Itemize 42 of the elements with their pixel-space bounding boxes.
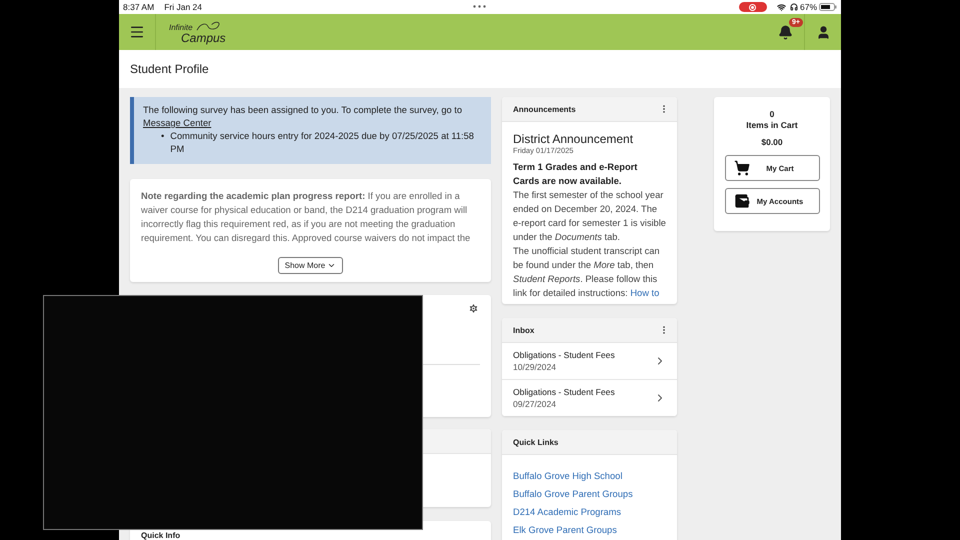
- bullet-marker: •: [161, 130, 164, 143]
- show-more-button[interactable]: Show More: [278, 257, 344, 274]
- status-date: Fri Jan 24: [164, 2, 202, 12]
- chevron-down-icon: [327, 261, 336, 270]
- card-title: Inbox: [513, 326, 534, 334]
- multitasking-icon[interactable]: [473, 5, 486, 8]
- survey-item: Community service hours entry for 2024-2025 due by 07/25/2025 at 11:58 PM: [170, 130, 475, 156]
- settings-icon[interactable]: [468, 303, 479, 314]
- card-title: Quick Links: [513, 438, 558, 446]
- cart-label: Items in Cart: [746, 120, 798, 131]
- cart-count: 0: [770, 109, 774, 120]
- menu-icon: [129, 24, 145, 40]
- headphones-icon: [790, 3, 798, 11]
- announcement-heading: District Announcement: [513, 132, 634, 146]
- inbox-item[interactable]: Obligations - Student Fees 10/29/2024: [502, 343, 677, 379]
- card-title: Announcements: [513, 104, 576, 114]
- survey-text: The following survey has been assigned to you. To complete the survey, go to: [143, 104, 464, 117]
- quick-link[interactable]: D214 Academic Programs: [513, 505, 666, 519]
- logo-text: Campus: [181, 32, 226, 44]
- quick-link[interactable]: Elk Grove Parent Groups: [513, 523, 666, 537]
- message-center-link[interactable]: Message Center: [143, 118, 212, 128]
- cart-icon: [734, 160, 750, 176]
- quick-link[interactable]: Buffalo Grove High School: [513, 469, 666, 483]
- wallet-icon: [734, 193, 750, 209]
- status-time: 8:37 AM: [123, 2, 154, 12]
- logo-swirl-icon: [194, 20, 221, 32]
- bell-icon: [778, 24, 793, 40]
- battery-percent: 67%: [800, 2, 817, 12]
- announcement-text: The first semester of the school year ended on December 20, 2024. The e-report card for semester 1 is visible under the Documents tab.: [513, 189, 666, 244]
- note-text: Note regarding the academic plan progress report: If you are enrolled in a waiver course for physical education or band, the D214 graduation program will incorrectly flag this requirement red, as if you are not meeting the graduation requirement. You can disregard this. Approved course waivers do not impact the: [140, 190, 472, 245]
- wifi-icon: [776, 2, 786, 12]
- card-title: Quick Info: [141, 531, 180, 540]
- user-icon: [816, 24, 830, 40]
- announcement-lead: Term 1 Grades and e-Report Cards are now available.: [513, 161, 638, 188]
- announcement-text: The unofficial student transcript can be found under the More tab, then Student Reports. Please follow this link for detailed instructions: How to: [513, 245, 661, 300]
- quick-link[interactable]: Buffalo Grove Parent Groups: [513, 487, 666, 501]
- page-title: Student Profile: [130, 62, 209, 76]
- logo-text: Infinite: [169, 24, 193, 32]
- battery-icon: [819, 3, 837, 11]
- instructions-link[interactable]: How to: [630, 288, 660, 298]
- inbox-item[interactable]: Obligations - Student Fees 09/27/2024: [502, 379, 677, 416]
- cart-total: $0.00: [761, 137, 783, 147]
